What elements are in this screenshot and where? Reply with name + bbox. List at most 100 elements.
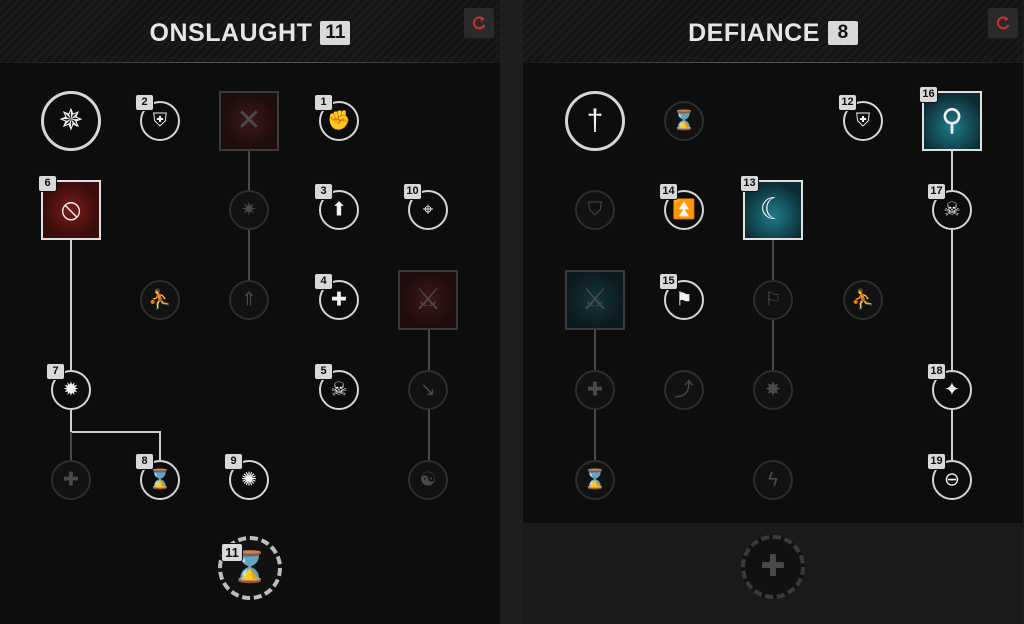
node-sprint[interactable]: ⛹	[140, 280, 180, 320]
shield-up-icon: ⛉	[587, 199, 603, 221]
node-heal-plus[interactable]: ✚	[51, 460, 91, 500]
rank-order-badge: 15	[660, 274, 677, 289]
reset-button[interactable]	[464, 8, 494, 38]
hourglass-down-icon: ⌛	[583, 469, 607, 491]
node-blade-up[interactable]: ⇑	[229, 280, 269, 320]
defiance-tree-panel: DEFIANCE 8 † ⌛ ⛨ 12 ⚲ 16 ⛉ ⏫ 14 ☾ 13 ☠ 17 ⚔ ⚑…	[523, 0, 1023, 624]
skull-shatter-icon: ☠	[943, 199, 961, 221]
gauntlet-icon: ✊	[327, 110, 351, 132]
rank-order-badge: 19	[928, 454, 945, 469]
tree-title-row: DEFIANCE 8	[523, 0, 1023, 66]
skull-icon: ☠	[330, 379, 348, 401]
boot-arrow-icon: ⬆	[331, 199, 347, 221]
hourglass-icon: ⌛	[672, 110, 696, 132]
node-18[interactable]: ✦ 18	[928, 364, 972, 410]
rank-order-badge: 16	[920, 87, 937, 102]
spike-burst-icon: ✷	[241, 199, 257, 221]
rank-order-badge: 4	[315, 274, 332, 289]
node-9[interactable]: ✺ 9	[225, 454, 269, 500]
rank-order-badge: 8	[136, 454, 153, 469]
node-sprint-r[interactable]: ⛹	[843, 280, 883, 320]
tree-title-row: ONSLAUGHT 11	[0, 0, 500, 66]
node-capstone-plus[interactable]: ✚	[741, 535, 805, 599]
defiance-core-node[interactable]: †	[565, 91, 625, 151]
node-5[interactable]: ☠ 5	[315, 364, 359, 410]
sword-burst-icon: ✵	[58, 104, 84, 137]
medic-cross-icon: ✚	[331, 289, 347, 311]
node-4[interactable]: ✚ 4	[315, 274, 359, 320]
banner-icon: ⚐	[764, 289, 782, 311]
node-12[interactable]: ⛨ 12	[839, 95, 883, 141]
rank-order-badge: 10	[404, 184, 421, 199]
rank-order-badge: 17	[928, 184, 945, 199]
tree-title: ONSLAUGHT	[149, 18, 313, 47]
node-13[interactable]: ☾ 13	[741, 176, 803, 240]
node-sun-burst[interactable]: ✸	[753, 370, 793, 410]
node-10[interactable]: ⌖ 10	[404, 184, 448, 230]
skull-plus-icon: ✚	[587, 379, 603, 401]
rank-order-badge: 13	[741, 176, 758, 191]
node-slam[interactable]: ↘	[408, 370, 448, 410]
sun-burst-icon: ✸	[765, 379, 781, 401]
node-6[interactable]: ⦸ 6	[39, 176, 101, 240]
node-howl[interactable]: ☯	[408, 460, 448, 500]
node-hourglass-down[interactable]: ⌛	[575, 460, 615, 500]
node-19[interactable]: ⊖ 19	[928, 454, 972, 500]
refresh-icon	[472, 16, 486, 30]
node-sword-arc[interactable]: ⤴	[664, 370, 704, 410]
crosshair-icon: ⌖	[422, 199, 434, 221]
grapple-icon: ⚔	[581, 283, 609, 316]
ring-bar-icon: ⊖	[944, 469, 960, 491]
rank-order-badge: 5	[315, 364, 332, 379]
rank-order-badge: 2	[136, 95, 153, 110]
banner-strike-icon: ⚑	[675, 289, 693, 311]
node-claw-capstone[interactable]: ✕	[219, 91, 279, 151]
rank-order-badge: 14	[660, 184, 677, 199]
sword-splash-icon: ⚲	[941, 104, 963, 137]
node-7[interactable]: ✹ 7	[47, 364, 91, 410]
node-grapple-capstone[interactable]: ⚔	[565, 270, 625, 330]
sword-ring-icon: †	[586, 104, 604, 137]
node-1[interactable]: ✊ 1	[315, 95, 359, 141]
rank-order-badge: 9	[225, 454, 242, 469]
rank-order-badge: 1	[315, 95, 332, 110]
blade-up-icon: ⇑	[241, 289, 257, 311]
sword-arc-icon: ⤴	[674, 379, 694, 401]
node-bolt-plus[interactable]: ϟ	[753, 460, 793, 500]
node-16[interactable]: ⚲ 16	[920, 87, 982, 151]
shield-plus-icon: ⛨	[855, 110, 871, 132]
tree-title: DEFIANCE	[688, 18, 820, 47]
rank-order-badge: 12	[839, 95, 856, 110]
rank-order-badge: 6	[39, 176, 56, 191]
node-hourglass[interactable]: ⌛	[664, 101, 704, 141]
rank-order-badge: 18	[928, 364, 945, 379]
node-8[interactable]: ⌛ 8	[136, 454, 180, 500]
node-17[interactable]: ☠ 17	[928, 184, 972, 230]
chevrons-up-icon: ⏫	[672, 199, 696, 221]
node-2[interactable]: ⛨ 2	[136, 95, 180, 141]
bolt-plus-icon: ϟ	[767, 469, 779, 491]
reset-button[interactable]	[988, 8, 1018, 38]
sprint-icon: ⛹	[148, 289, 172, 311]
node-blade-capstone[interactable]: ⚔	[398, 270, 458, 330]
hourglass-strike-icon: ⌛	[148, 469, 172, 491]
node-spike-burst[interactable]: ✷	[229, 190, 269, 230]
blade-wound-icon: ⚔	[414, 283, 442, 316]
node-11[interactable]: ⌛ 11	[218, 536, 282, 600]
node-skull-plus[interactable]: ✚	[575, 370, 615, 410]
rank-order-badge: 11	[222, 544, 242, 561]
node-3[interactable]: ⬆ 3	[315, 184, 359, 230]
onslaught-tree-panel: ONSLAUGHT 11 ✵ ⛨ 2 ✕ ✊ 1 ⦸ 6 ✷ ⬆ 3 ⌖ 10 ⛹ ⇑ ✚…	[0, 0, 500, 624]
crescent-shield-icon: ☾	[759, 193, 787, 226]
cross-icon: ✚	[760, 550, 786, 583]
fist-burst-icon: ✹	[63, 379, 79, 401]
howl-icon: ☯	[419, 469, 437, 491]
sprint-icon: ⛹	[851, 289, 875, 311]
warrior-burst-icon: ✦	[944, 379, 960, 401]
node-banner[interactable]: ⚐	[753, 280, 793, 320]
points-spent-badge: 8	[827, 21, 858, 45]
node-14[interactable]: ⏫ 14	[660, 184, 704, 230]
node-15[interactable]: ⚑ 15	[660, 274, 704, 320]
onslaught-core-node[interactable]: ✵	[41, 91, 101, 151]
node-shield-up[interactable]: ⛉	[575, 190, 615, 230]
